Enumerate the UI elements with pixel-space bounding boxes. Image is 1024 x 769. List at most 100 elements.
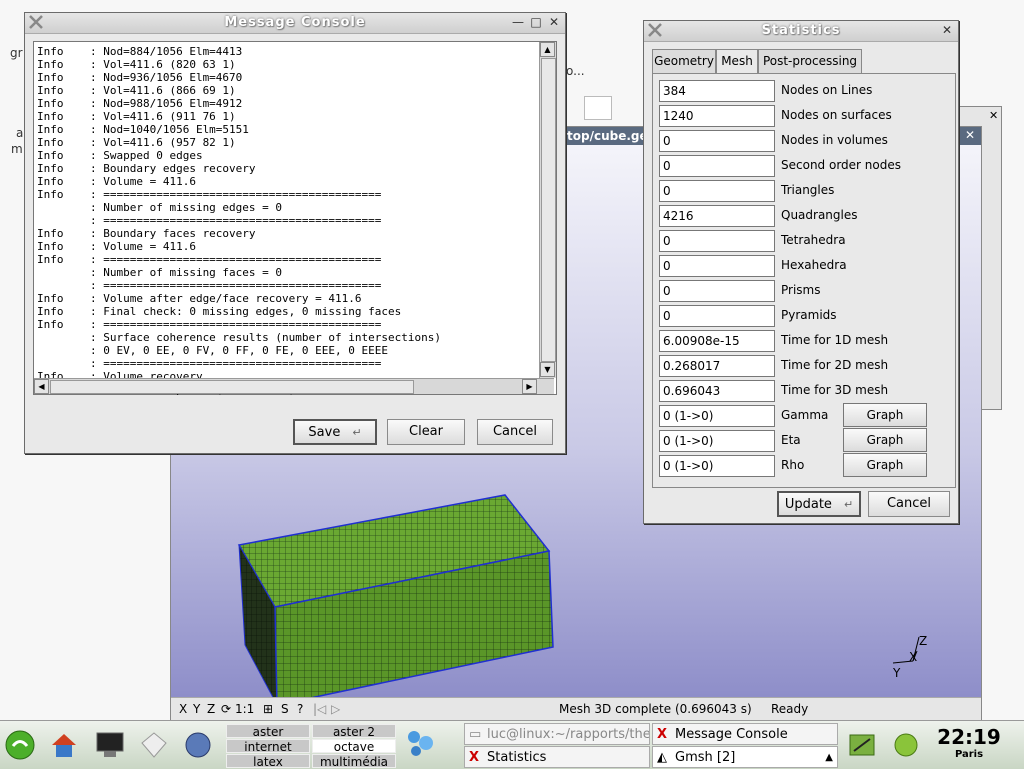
x-app-icon: X bbox=[469, 750, 480, 765]
toolbar-x-button[interactable]: X bbox=[179, 702, 187, 716]
snapshot-icon[interactable]: ⊞ bbox=[263, 702, 273, 716]
quality-value-field[interactable]: 0 (1->0) bbox=[659, 430, 775, 452]
close-icon[interactable]: ✕ bbox=[940, 23, 954, 37]
console-line: Info : =================================… bbox=[37, 318, 382, 331]
task-terminal[interactable]: ▭ luc@linux:~/rapports/the bbox=[464, 723, 650, 745]
update-button[interactable]: Update ↵ bbox=[777, 491, 861, 517]
console-line: Info : Boundary edges recovery bbox=[37, 162, 256, 175]
vertical-scrollbar[interactable]: ▲ ▼ bbox=[539, 42, 556, 378]
chevron-up-icon[interactable]: ▲ bbox=[825, 747, 833, 767]
quality-value-field[interactable]: 0 (1->0) bbox=[659, 455, 775, 477]
graph-button[interactable]: Graph bbox=[843, 453, 927, 477]
stat-value-field[interactable]: 0 bbox=[659, 305, 775, 327]
clock-time: 22:19 bbox=[937, 725, 1001, 749]
stat-label: Pyramids bbox=[781, 308, 837, 322]
suse-start-icon[interactable] bbox=[4, 729, 36, 761]
update-status-icon[interactable] bbox=[890, 729, 922, 761]
scroll-right-icon[interactable]: ▶ bbox=[522, 379, 537, 394]
task-gmsh[interactable]: ◭ Gmsh [2] ▲ bbox=[652, 746, 838, 768]
maximize-icon[interactable]: □ bbox=[529, 15, 543, 29]
pager-desktop[interactable]: latex bbox=[226, 754, 310, 769]
pager-desktop[interactable]: aster bbox=[226, 724, 310, 739]
stat-label: Nodes on surfaces bbox=[781, 108, 892, 122]
status-ready: Ready bbox=[771, 702, 809, 716]
terminal-icon[interactable] bbox=[94, 729, 126, 761]
console-line: : ======================================… bbox=[37, 279, 382, 292]
scroll-left-icon[interactable]: ◀ bbox=[34, 379, 49, 394]
save-button[interactable]: Save ↵ bbox=[293, 419, 377, 445]
browser-icon[interactable] bbox=[182, 729, 214, 761]
toolbar-y-button[interactable]: Y bbox=[193, 702, 200, 716]
scroll-up-icon[interactable]: ▲ bbox=[540, 42, 555, 57]
home-icon[interactable] bbox=[48, 729, 80, 761]
toolbar-help-button[interactable]: ? bbox=[297, 702, 303, 716]
stat-value-field[interactable]: 6.00908e-15 bbox=[659, 330, 775, 352]
message-console-window[interactable]: Message Console — □ ✕ Info : Nod=884/105… bbox=[24, 12, 566, 454]
close-icon[interactable]: ✕ bbox=[989, 109, 998, 122]
close-icon[interactable]: ✕ bbox=[547, 15, 561, 29]
stat-value-field[interactable]: 0 bbox=[659, 255, 775, 277]
desktop-file-icon[interactable] bbox=[584, 96, 612, 120]
stat-value-field[interactable]: 384 bbox=[659, 80, 775, 102]
stat-value-field[interactable]: 0 bbox=[659, 180, 775, 202]
notes-icon[interactable] bbox=[846, 729, 878, 761]
quality-label: Eta bbox=[781, 433, 801, 447]
statistics-titlebar[interactable]: Statistics ✕ bbox=[644, 21, 958, 42]
stat-value-field[interactable]: 0 bbox=[659, 155, 775, 177]
clock-city: Paris bbox=[954, 749, 984, 760]
mail-icon[interactable] bbox=[138, 729, 170, 761]
pager-desktop-current[interactable]: octave bbox=[312, 739, 396, 754]
scroll-thumb[interactable] bbox=[541, 58, 556, 362]
stat-value-field[interactable]: 4216 bbox=[659, 205, 775, 227]
cancel-button[interactable]: Cancel bbox=[868, 491, 950, 517]
stat-label: Tetrahedra bbox=[781, 233, 846, 247]
hscroll-thumb[interactable] bbox=[50, 380, 414, 394]
first-step-icon[interactable]: |◁ bbox=[313, 702, 326, 716]
pager-desktop[interactable]: multimédia bbox=[312, 754, 396, 769]
stat-value-field[interactable]: 0 bbox=[659, 280, 775, 302]
tab-geometry[interactable]: Geometry bbox=[652, 49, 716, 73]
console-text-area[interactable]: Info : Nod=884/1056 Elm=4413 Info : Vol=4… bbox=[33, 41, 557, 396]
axis-label-z: Z bbox=[919, 634, 927, 648]
console-line: Info : Volume = 411.6 bbox=[37, 240, 196, 253]
tab-mesh[interactable]: Mesh bbox=[716, 49, 758, 74]
stat-value-field[interactable]: 0 bbox=[659, 130, 775, 152]
desktop-text-fragment: gr bbox=[10, 46, 23, 60]
x-app-icon: X bbox=[657, 727, 668, 742]
stat-label: Hexahedra bbox=[781, 258, 847, 272]
next-step-icon[interactable]: ▷ bbox=[331, 702, 340, 716]
minimize-icon[interactable]: — bbox=[511, 15, 525, 29]
console-line: Info : Nod=988/1056 Elm=4912 bbox=[37, 97, 243, 110]
close-icon[interactable]: ✕ bbox=[965, 128, 975, 142]
task-message-console[interactable]: X Message Console bbox=[652, 723, 838, 745]
scroll-down-icon[interactable]: ▼ bbox=[540, 362, 555, 377]
quality-value-field[interactable]: 0 (1->0) bbox=[659, 405, 775, 427]
toolbar-s-button[interactable]: S bbox=[281, 702, 289, 716]
desktop-pager[interactable]: aster aster 2 internet octave latex mult… bbox=[226, 723, 398, 769]
clock[interactable]: 22:19 Paris bbox=[934, 725, 1004, 760]
graph-button[interactable]: Graph bbox=[843, 403, 927, 427]
horizontal-scrollbar[interactable]: ◀ ▶ bbox=[34, 378, 554, 394]
console-titlebar[interactable]: Message Console — □ ✕ bbox=[25, 13, 565, 34]
console-title: Message Console bbox=[224, 15, 366, 30]
clear-button[interactable]: Clear bbox=[387, 419, 465, 445]
tab-post-processing[interactable]: Post-processing bbox=[758, 49, 862, 73]
statistics-window[interactable]: Statistics ✕ Geometry Mesh Post-processi… bbox=[643, 20, 959, 524]
quality-label: Gamma bbox=[781, 408, 829, 422]
task-statistics[interactable]: X Statistics bbox=[464, 746, 650, 768]
stat-value-field[interactable]: 0.696043 bbox=[659, 380, 775, 402]
stat-value-field[interactable]: 0.268017 bbox=[659, 355, 775, 377]
rotate-icon[interactable]: ⟳ bbox=[221, 702, 231, 716]
pager-desktop[interactable]: internet bbox=[226, 739, 310, 754]
stat-value-field[interactable]: 1240 bbox=[659, 105, 775, 127]
toolbar-scale-button[interactable]: 1:1 bbox=[235, 702, 254, 716]
stat-value-field[interactable]: 0 bbox=[659, 230, 775, 252]
stat-label: Time for 3D mesh bbox=[781, 383, 889, 397]
console-line: : Number of missing edges = 0 bbox=[37, 201, 283, 214]
pager-desktop[interactable]: aster 2 bbox=[312, 724, 396, 739]
graph-button[interactable]: Graph bbox=[843, 428, 927, 452]
bubbles-icon[interactable] bbox=[402, 725, 438, 761]
gmsh-icon: ◭ bbox=[657, 750, 667, 765]
cancel-button[interactable]: Cancel bbox=[477, 419, 553, 445]
toolbar-z-button[interactable]: Z bbox=[207, 702, 215, 716]
